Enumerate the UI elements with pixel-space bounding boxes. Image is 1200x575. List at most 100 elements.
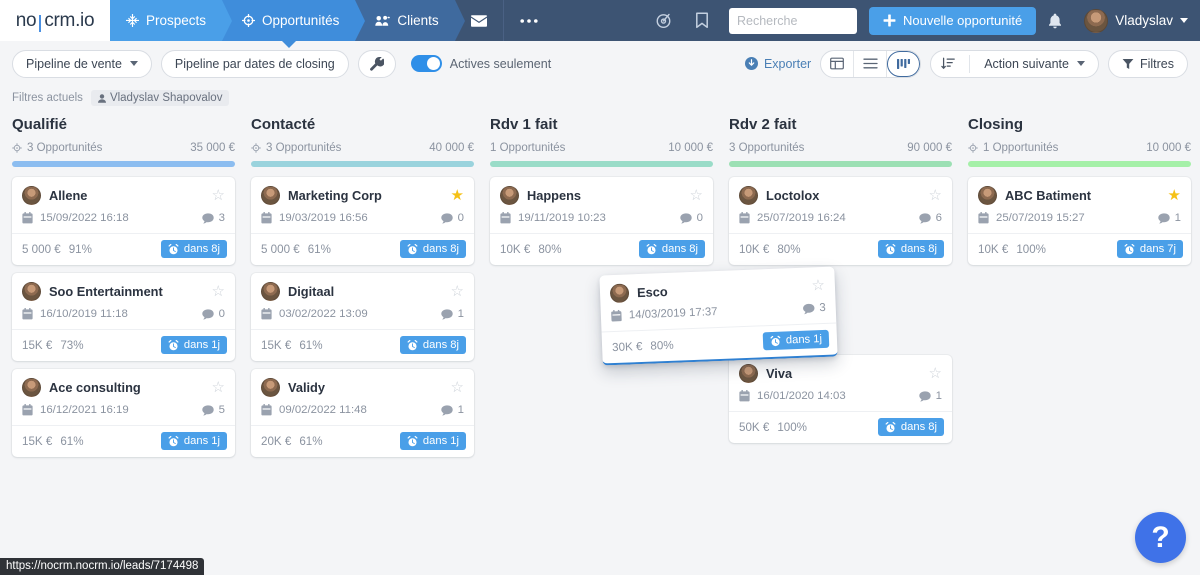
star-icon[interactable]: ☆ [929,188,942,203]
user-menu[interactable]: Vladyslav [1115,13,1188,28]
opportunity-card[interactable]: Marketing Corp ★ 19/03/2019 16:56 0 5 00… [251,177,474,265]
card-title: ABC Batiment [1005,188,1160,203]
pipeline-dates-label: Pipeline par dates de closing [175,57,335,71]
column-amount: 90 000 € [907,142,952,154]
star-icon[interactable]: ☆ [212,188,225,203]
dragging-card-esco[interactable]: Esco ☆ 14/03/2019 17:37 3 30K € 80% dans… [599,267,837,366]
opportunity-card[interactable]: Digitaal ☆ 03/02/2022 13:09 1 15K € 61% [251,273,474,361]
star-icon[interactable]: ☆ [451,284,464,299]
card-value: 50K € [739,421,769,434]
column-title: Contacté [251,116,474,133]
handshake-icon [375,14,390,27]
card-meta: 16/12/2021 16:19 5 [12,403,235,426]
pipeline-select[interactable]: Pipeline de vente [12,50,152,78]
column-title: Qualifié [12,116,235,133]
column-title: Rdv 1 fait [490,116,713,133]
opportunity-card[interactable]: Loctolox ☆ 25/07/2019 16:24 6 10K € 80% [729,177,952,265]
opportunity-card[interactable]: Allene ☆ 15/09/2022 16:18 3 5 000 € 91% [12,177,235,265]
opportunity-card[interactable]: Validy ☆ 09/02/2022 11:48 1 20K € 61% [251,369,474,457]
card-percent: 61% [299,339,322,352]
comment-icon [1158,213,1170,224]
star-icon[interactable]: ☆ [811,278,825,294]
sort-next-action-group[interactable]: Action suivante [930,50,1099,78]
column-count-label: 1 Opportunités [983,142,1058,154]
card-comments: 3 [202,212,225,224]
opportunity-card[interactable]: ABC Batiment ★ 25/07/2019 15:27 1 10K € … [968,177,1191,265]
card-percent: 61% [60,435,83,448]
filters-button[interactable]: Filtres [1108,50,1188,78]
card-due-badge: dans 1j [161,432,227,450]
toolbar-right: Exporter Action [745,50,1188,78]
help-button[interactable]: ? [1135,512,1186,563]
opportunity-card[interactable]: Viva ☆ 16/01/2020 14:03 1 50K € 100% [729,355,952,443]
avatar [261,186,280,205]
card-due-badge: dans 1j [400,432,466,450]
alarm-clock-icon [168,340,179,351]
card-comments: 1 [441,308,464,320]
star-icon[interactable]: ☆ [929,366,942,381]
avatar [22,186,41,205]
opportunity-card[interactable]: Happens ☆ 19/11/2019 10:23 0 10K € 80% [490,177,713,265]
view-switcher [820,50,921,78]
tab-prospects[interactable]: Prospects [110,0,222,41]
column-title: Rdv 2 fait [729,116,952,133]
top-navigation-bar: nocrm.io Prospects Opportunités Clients [0,0,1200,41]
settings-wrench-button[interactable] [358,50,396,78]
next-action-label: Action suivante [984,57,1069,71]
logo[interactable]: nocrm.io [0,0,110,41]
kanban-column: Closing 1 Opportunités 10 000 € ABC Bati… [960,116,1199,465]
comment-icon [802,303,814,314]
avatar[interactable] [1084,9,1108,33]
star-icon[interactable]: ★ [1168,188,1181,203]
sort-icon[interactable] [941,57,955,70]
notifications-button[interactable] [1036,0,1074,41]
card-header: Ace consulting ☆ [12,369,235,403]
star-icon[interactable]: ☆ [451,380,464,395]
logo-divider [39,15,41,32]
star-icon[interactable]: ☆ [690,188,703,203]
tab-prospects-label: Prospects [146,13,206,28]
grid-view-icon [830,57,844,70]
pipeline-dates-button[interactable]: Pipeline par dates de closing [161,50,349,78]
column-amount: 40 000 € [429,142,474,154]
comment-icon [202,213,214,224]
tab-more[interactable] [503,0,554,41]
card-comments-count: 1 [458,308,464,320]
list-view-button[interactable] [854,51,887,77]
avatar [22,282,41,301]
tab-clients[interactable]: Clients [355,0,454,41]
card-percent: 61% [299,435,322,448]
filter-chip-user[interactable]: Vladyslav Shapovalov [91,90,230,106]
question-mark-icon: ? [1151,521,1169,555]
kanban-view-button[interactable] [887,51,920,77]
card-comments-count: 3 [219,212,225,224]
bookmark-icon [695,12,709,29]
export-button[interactable]: Exporter [745,57,811,71]
column-amount: 35 000 € [190,142,235,154]
grid-view-button[interactable] [821,51,854,77]
card-header: Happens ☆ [490,177,713,211]
kanban-column: Qualifié 3 Opportunités 35 000 € Allene … [4,116,243,465]
search-box[interactable] [729,8,857,34]
tab-opportunites[interactable]: Opportunités [222,0,355,41]
toolbar: Pipeline de vente Pipeline par dates de … [0,41,1200,86]
column-count: 3 Opportunités [251,142,341,154]
new-opportunity-button[interactable]: Nouvelle opportunité [869,7,1036,35]
star-icon[interactable]: ☆ [212,380,225,395]
card-comments-count: 5 [219,404,225,416]
alarm-clock-icon [168,244,179,255]
card-header: Digitaal ☆ [251,273,474,307]
card-date: 19/03/2019 16:56 [279,212,434,224]
comment-icon [919,213,931,224]
star-icon[interactable]: ☆ [212,284,225,299]
opportunity-card[interactable]: Ace consulting ☆ 16/12/2021 16:19 5 15K … [12,369,235,457]
card-due-label: dans 1j [423,435,459,447]
star-icon[interactable]: ★ [451,188,464,203]
actives-only-toggle[interactable] [411,55,442,72]
calendar-icon [22,308,33,320]
opportunity-card[interactable]: Soo Entertainment ☆ 16/10/2019 11:18 0 1… [12,273,235,361]
bookmark-button[interactable] [683,0,721,41]
avatar [739,364,758,383]
goal-button[interactable] [645,0,683,41]
filter-chip-label: Vladyslav Shapovalov [110,92,223,104]
